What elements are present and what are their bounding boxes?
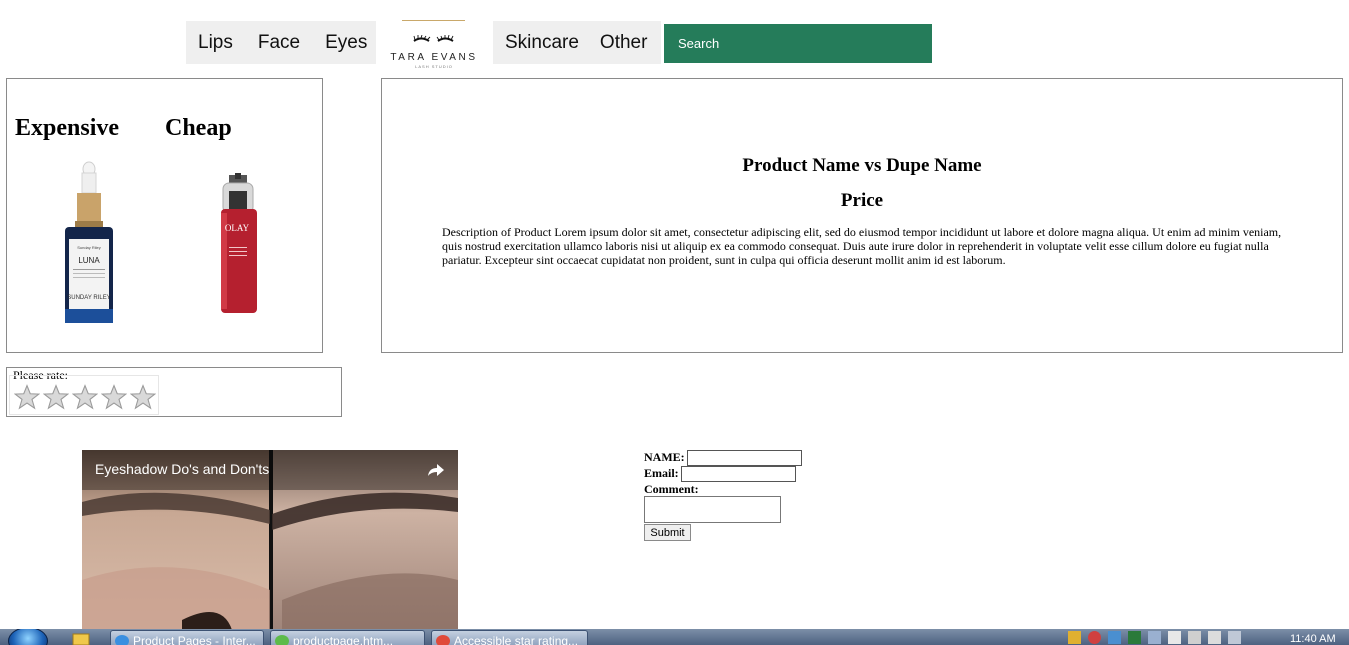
star-icon-4[interactable] xyxy=(101,384,127,410)
video-title: Eyeshadow Do's and Don'ts xyxy=(95,461,270,477)
nav-item-eyes[interactable]: Eyes xyxy=(313,32,379,54)
email-label: Email: xyxy=(644,466,679,480)
nav-item-skincare[interactable]: Skincare xyxy=(493,32,591,54)
taskbar-item-chrome[interactable]: Accessible star rating... xyxy=(431,630,588,645)
nav-item-face[interactable]: Face xyxy=(245,32,313,54)
taskbar: Product Pages - Inter... productpage.htm… xyxy=(0,629,1349,645)
logo-subtitle: LASH STUDIO xyxy=(415,64,453,69)
nav-item-other[interactable]: Other xyxy=(591,32,660,54)
tray-icon[interactable] xyxy=(1068,631,1081,644)
comparison-panel: Expensive Cheap Sunday Riley LUNA SUNDAY… xyxy=(6,78,323,353)
star-icon-1[interactable] xyxy=(14,384,40,410)
system-tray xyxy=(1068,631,1241,645)
tray-icon[interactable] xyxy=(1148,631,1161,644)
nav-left-group: Lips Face Eyes xyxy=(186,21,376,64)
tray-icon[interactable] xyxy=(1108,631,1121,644)
ie-icon xyxy=(115,635,129,645)
editor-icon xyxy=(275,635,289,645)
tray-icon[interactable] xyxy=(1188,631,1201,644)
network-icon[interactable] xyxy=(1228,631,1241,644)
logo-border xyxy=(402,20,465,21)
video-player[interactable]: Eyeshadow Do's and Don'ts xyxy=(82,450,458,630)
cheap-heading: Cheap xyxy=(165,115,232,141)
video-thumbnail xyxy=(82,450,458,630)
tray-icon[interactable] xyxy=(1128,631,1141,644)
product-title: Product Name vs Dupe Name xyxy=(742,155,982,176)
rating-panel: Please rate: xyxy=(6,367,342,417)
comment-field[interactable] xyxy=(644,496,781,523)
expensive-product-image: Sunday Riley LUNA SUNDAY RILEY xyxy=(65,161,113,323)
expensive-brand-bottom: SUNDAY RILEY xyxy=(67,295,110,301)
product-detail-panel: Product Name vs Dupe Name Price Descript… xyxy=(381,78,1343,353)
nav-item-lips[interactable]: Lips xyxy=(186,32,245,54)
taskbar-item-browser[interactable]: Product Pages - Inter... xyxy=(110,630,264,645)
name-label: NAME: xyxy=(644,450,685,464)
volume-icon[interactable] xyxy=(1208,631,1221,644)
search-input[interactable] xyxy=(664,24,932,63)
email-field[interactable] xyxy=(681,466,796,482)
expensive-product-name: LUNA xyxy=(78,256,100,265)
taskbar-item-editor[interactable]: productpage.htm... xyxy=(270,630,425,645)
star-icon-5[interactable] xyxy=(130,384,156,410)
tray-icon[interactable] xyxy=(1088,631,1101,644)
lashes-icon xyxy=(412,34,456,49)
taskbar-item-label: Accessible star rating... xyxy=(454,634,579,645)
star-rating xyxy=(9,375,159,415)
cheap-product-brand: OLAY xyxy=(225,223,250,233)
chrome-icon xyxy=(436,635,450,645)
taskbar-item-label: Product Pages - Inter... xyxy=(133,634,256,645)
share-icon[interactable] xyxy=(426,460,446,480)
expensive-brand-top: Sunday Riley xyxy=(77,245,101,250)
folder-icon[interactable] xyxy=(72,631,90,645)
taskbar-clock[interactable]: 11:40 AM xyxy=(1290,633,1336,645)
logo-brand-text: TARA EVANS xyxy=(390,52,478,63)
star-icon-2[interactable] xyxy=(43,384,69,410)
expensive-heading: Expensive xyxy=(15,115,120,141)
tray-icon[interactable] xyxy=(1168,631,1181,644)
name-field[interactable] xyxy=(687,450,802,466)
comment-label: Comment: xyxy=(644,482,699,496)
taskbar-item-label: productpage.htm... xyxy=(293,634,394,645)
product-description: Description of Product Lorem ipsum dolor… xyxy=(442,225,1282,267)
star-icon-3[interactable] xyxy=(72,384,98,410)
cheap-product-image: OLAY xyxy=(221,173,257,313)
start-button[interactable] xyxy=(8,629,48,645)
product-price: Price xyxy=(840,190,884,211)
submit-button[interactable]: Submit xyxy=(644,524,691,541)
brand-logo[interactable]: TARA EVANS LASH STUDIO xyxy=(386,20,482,69)
lashes-graphic xyxy=(413,34,454,42)
nav-right-group: Skincare Other xyxy=(493,21,661,64)
